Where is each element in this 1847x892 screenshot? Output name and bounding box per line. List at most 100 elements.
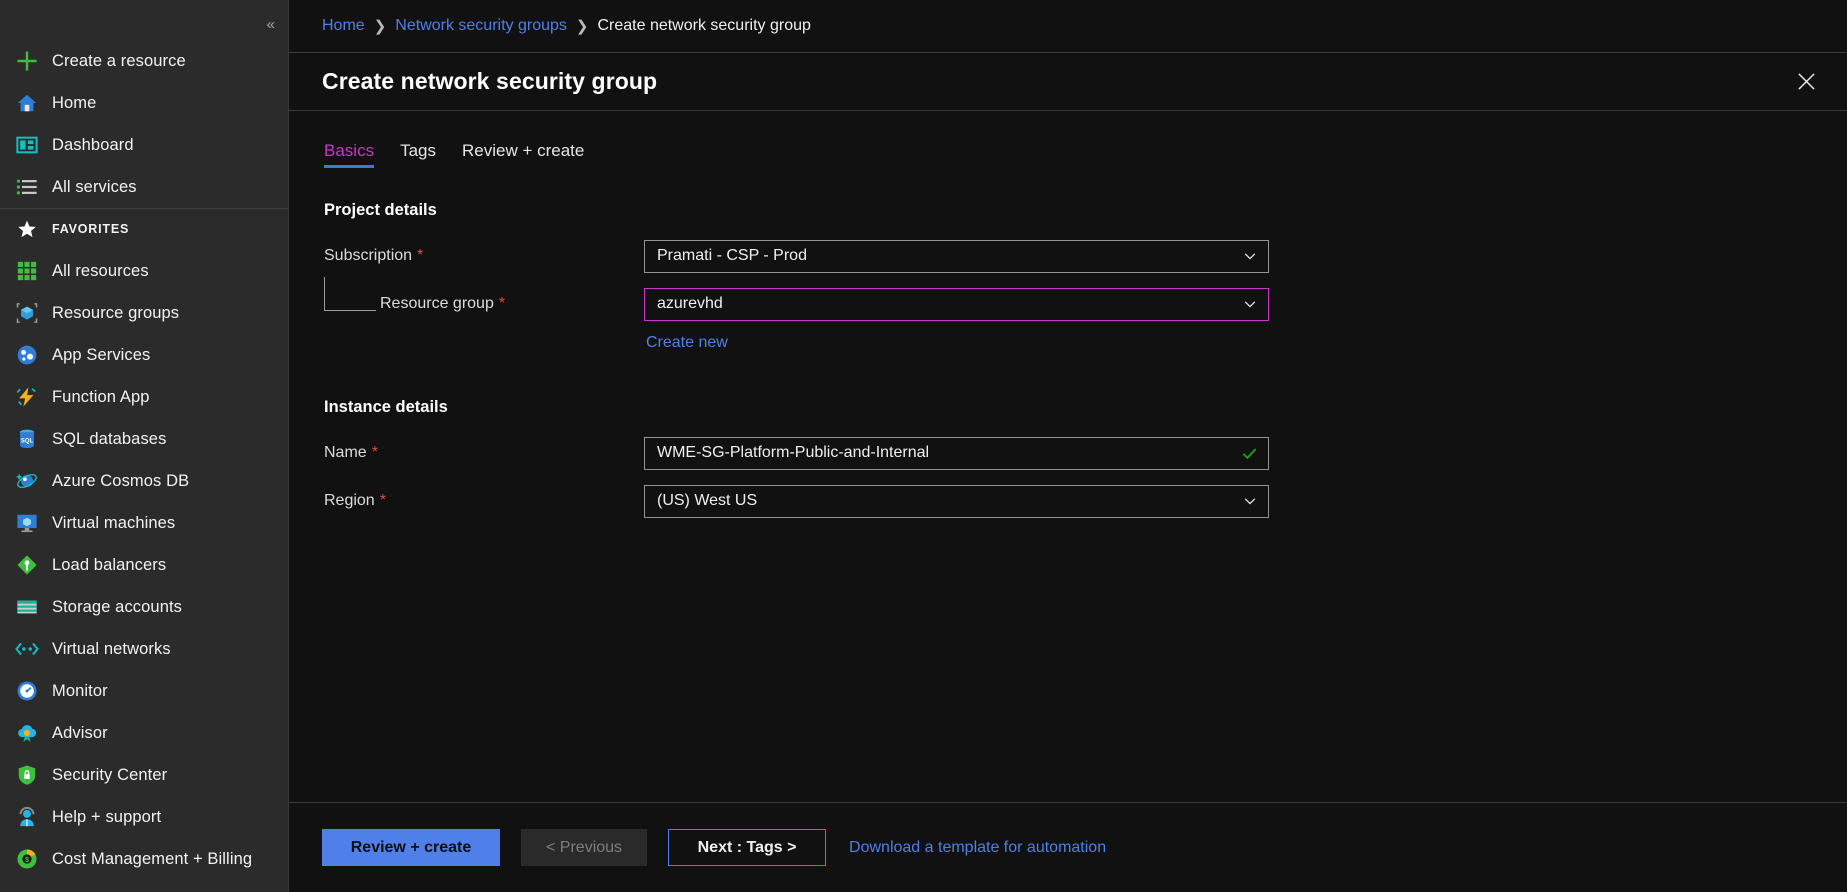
- sidebar-item-security-center[interactable]: Security Center: [0, 754, 288, 796]
- instance-details-heading: Instance details: [324, 398, 1814, 417]
- resource-group-value: azurevhd: [657, 295, 1236, 313]
- required-asterisk: *: [417, 248, 423, 264]
- sidebar-item-load-balancers[interactable]: Load balancers: [0, 544, 288, 586]
- tab-review-create[interactable]: Review + create: [462, 141, 584, 168]
- sidebar-item-label: SQL databases: [52, 430, 166, 449]
- sidebar-item-label: Azure Cosmos DB: [52, 472, 189, 491]
- dashboard-icon: [14, 132, 40, 158]
- sidebar-item-help-support[interactable]: Help + support: [0, 796, 288, 838]
- sidebar-item-create-a-resource[interactable]: Create a resource: [0, 40, 288, 82]
- name-value: WME-SG-Platform-Public-and-Internal: [657, 444, 1235, 462]
- sidebar-item-home[interactable]: Home: [0, 82, 288, 124]
- sidebar-item-azure-cosmos-db[interactable]: Azure Cosmos DB: [0, 460, 288, 502]
- virtual-networks-icon: [14, 636, 40, 662]
- tab-tags[interactable]: Tags: [400, 141, 436, 168]
- sidebar-item-label: Create a resource: [52, 52, 186, 71]
- left-navigation-sidebar: « Create a resource Home: [0, 0, 288, 892]
- svg-text:$: $: [25, 855, 29, 864]
- function-app-icon: [14, 384, 40, 410]
- favorites-section-header: FAVORITES: [0, 208, 288, 250]
- breadcrumb-network-security-groups-link[interactable]: Network security groups: [395, 17, 567, 35]
- sidebar-item-label: Virtual machines: [52, 514, 175, 533]
- all-resources-icon: [14, 258, 40, 284]
- sidebar-collapse-row: «: [0, 8, 288, 40]
- sidebar-item-label: All resources: [52, 262, 149, 281]
- sql-databases-icon: SQL: [14, 426, 40, 452]
- sidebar-item-storage-accounts[interactable]: Storage accounts: [0, 586, 288, 628]
- chevron-down-icon: [1242, 248, 1258, 264]
- tab-basics[interactable]: Basics: [324, 141, 374, 168]
- sidebar-item-label: Monitor: [52, 682, 108, 701]
- sidebar-item-label: Function App: [52, 388, 150, 407]
- storage-accounts-icon: [14, 594, 40, 620]
- name-row: Name * WME-SG-Platform-Public-and-Intern…: [322, 434, 1814, 472]
- sidebar-item-virtual-machines[interactable]: Virtual machines: [0, 502, 288, 544]
- region-label-text: Region: [324, 492, 375, 510]
- help-support-icon: [14, 804, 40, 830]
- breadcrumb-separator-icon: ❯: [576, 17, 589, 35]
- sidebar-item-label: Load balancers: [52, 556, 166, 575]
- monitor-icon: [14, 678, 40, 704]
- name-input[interactable]: WME-SG-Platform-Public-and-Internal: [644, 437, 1269, 470]
- section-spacer: [322, 368, 1814, 398]
- collapse-sidebar-icon[interactable]: «: [267, 17, 274, 32]
- subscription-label: Subscription *: [322, 247, 644, 265]
- sidebar-item-resource-groups[interactable]: Resource groups: [0, 292, 288, 334]
- sidebar-item-label: Help + support: [52, 808, 161, 827]
- breadcrumb-home-link[interactable]: Home: [322, 17, 365, 35]
- sidebar-item-all-services[interactable]: All services: [0, 166, 288, 208]
- svg-text:SQL: SQL: [21, 439, 34, 445]
- sidebar-item-advisor[interactable]: Advisor: [0, 712, 288, 754]
- region-row: Region * (US) West US: [322, 482, 1814, 520]
- sidebar-item-label: Cost Management + Billing: [52, 850, 252, 869]
- breadcrumb-separator-icon: ❯: [374, 17, 387, 35]
- star-icon: [14, 216, 40, 242]
- sidebar-item-virtual-networks[interactable]: Virtual networks: [0, 628, 288, 670]
- sidebar-item-label: Virtual networks: [52, 640, 171, 659]
- blade-header: Create network security group: [289, 53, 1847, 110]
- review-create-button[interactable]: Review + create: [322, 829, 500, 866]
- sidebar-item-label: Dashboard: [52, 136, 134, 155]
- create-nsg-blade: Create network security group Basics Tag…: [289, 52, 1847, 892]
- favorites-label: FAVORITES: [52, 222, 129, 236]
- subscription-label-text: Subscription: [324, 247, 412, 265]
- sidebar-item-function-app[interactable]: Function App: [0, 376, 288, 418]
- sidebar-item-dashboard[interactable]: Dashboard: [0, 124, 288, 166]
- region-label: Region *: [322, 492, 644, 510]
- sidebar-item-label: Storage accounts: [52, 598, 182, 617]
- sidebar-item-sql-databases[interactable]: SQL SQL databases: [0, 418, 288, 460]
- virtual-machines-icon: [14, 510, 40, 536]
- project-details-heading: Project details: [324, 201, 1814, 220]
- chevron-down-icon: [1242, 493, 1258, 509]
- app-services-icon: [14, 342, 40, 368]
- required-asterisk: *: [372, 445, 378, 461]
- all-services-icon: [14, 174, 40, 200]
- download-template-link[interactable]: Download a template for automation: [849, 839, 1106, 857]
- resource-group-label: Resource group *: [322, 295, 644, 313]
- name-label-text: Name: [324, 444, 367, 462]
- region-value: (US) West US: [657, 492, 1236, 510]
- subscription-dropdown[interactable]: Pramati - CSP - Prod: [644, 240, 1269, 273]
- plus-icon: [14, 48, 40, 74]
- sidebar-item-monitor[interactable]: Monitor: [0, 670, 288, 712]
- chevron-down-icon: [1242, 296, 1258, 312]
- security-center-icon: [14, 762, 40, 788]
- resource-group-label-text: Resource group: [380, 295, 494, 313]
- required-asterisk: *: [499, 296, 505, 312]
- resource-group-dropdown[interactable]: azurevhd: [644, 288, 1269, 321]
- cost-management-icon: $: [14, 846, 40, 872]
- subscription-row: Subscription * Pramati - CSP - Prod: [322, 237, 1814, 275]
- sidebar-item-label: All services: [52, 178, 137, 197]
- home-icon: [14, 90, 40, 116]
- name-label: Name *: [322, 444, 644, 462]
- sidebar-item-cost-management-billing[interactable]: $ Cost Management + Billing: [0, 838, 288, 880]
- close-icon[interactable]: [1789, 65, 1823, 99]
- sidebar-item-all-resources[interactable]: All resources: [0, 250, 288, 292]
- next-tags-button[interactable]: Next : Tags >: [668, 829, 826, 866]
- create-new-resource-group-link[interactable]: Create new: [646, 334, 728, 352]
- main-content-area: Home ❯ Network security groups ❯ Create …: [288, 0, 1847, 892]
- sidebar-item-app-services[interactable]: App Services: [0, 334, 288, 376]
- region-dropdown[interactable]: (US) West US: [644, 485, 1269, 518]
- advisor-icon: [14, 720, 40, 746]
- required-asterisk: *: [380, 493, 386, 509]
